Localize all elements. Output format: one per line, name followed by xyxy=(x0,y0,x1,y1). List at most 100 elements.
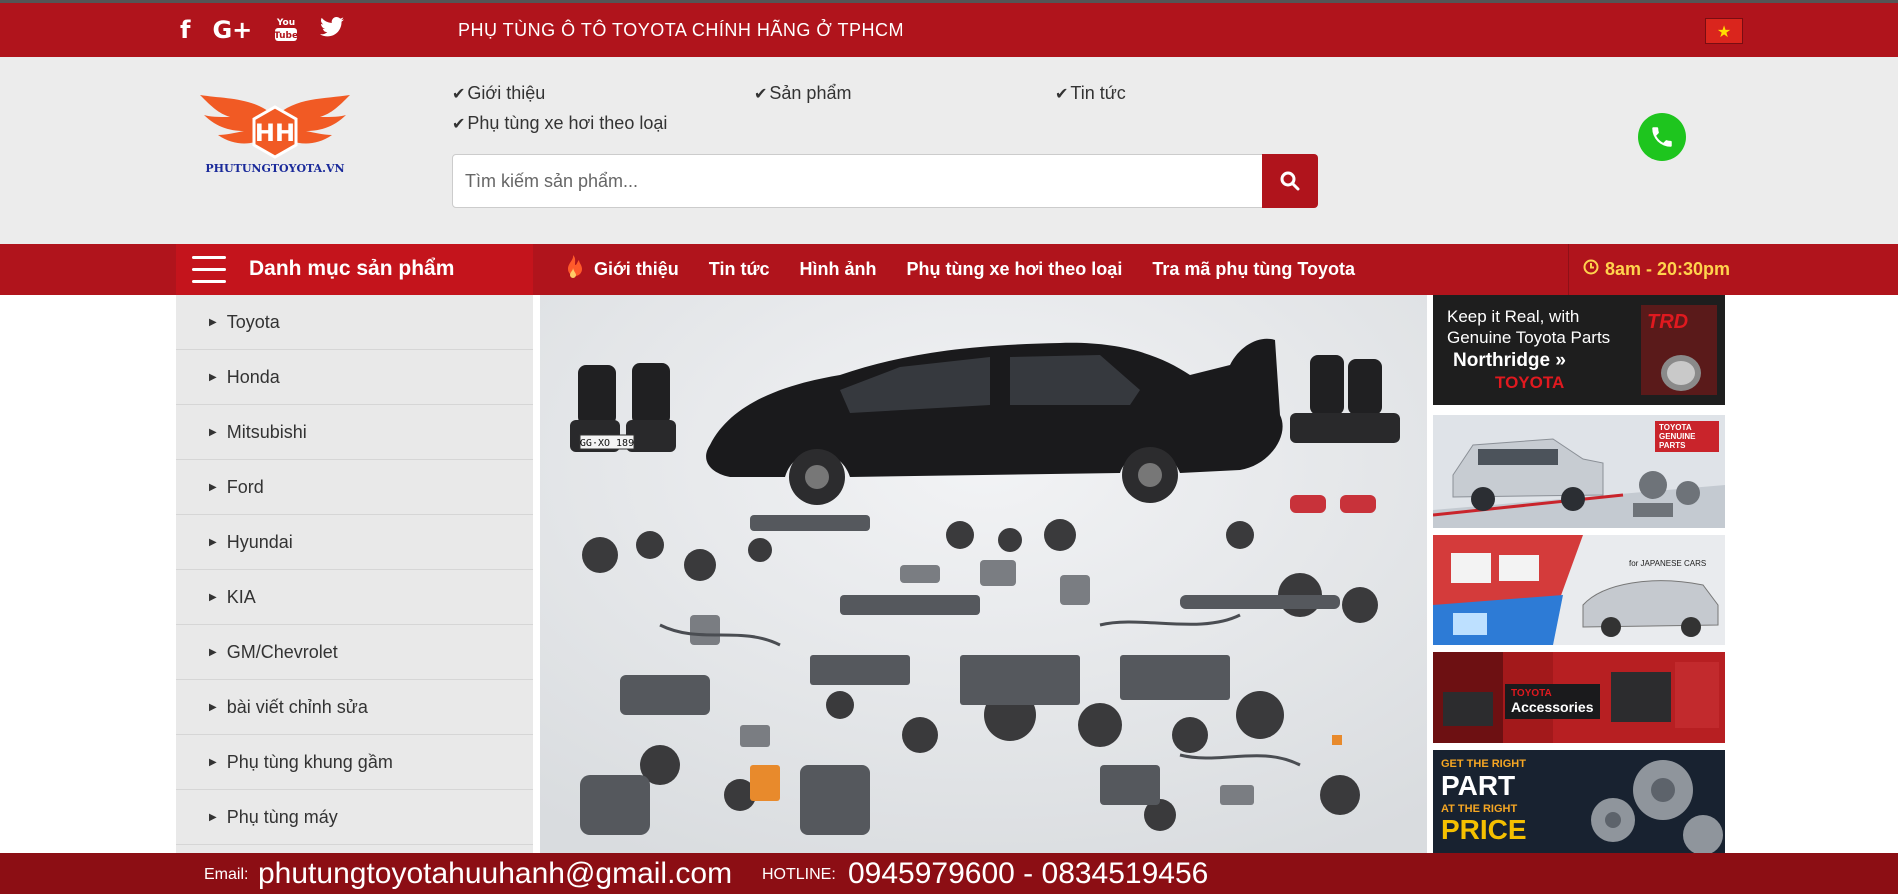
header-menu-item-phu-tung[interactable]: ✔ Phụ tùng xe hơi theo loại xyxy=(452,113,667,134)
hotline-label: HOTLINE: xyxy=(762,866,836,883)
category-item-gm-chevrolet[interactable]: ▶ GM/Chevrolet xyxy=(176,625,533,680)
category-label: Toyota xyxy=(226,311,280,332)
logo-text: PHUTUNGTOYOTA.VN xyxy=(205,162,345,175)
nav-link-tin-tuc[interactable]: Tin tức xyxy=(709,259,770,280)
svg-text:HH: HH xyxy=(255,119,295,147)
twitter-icon[interactable] xyxy=(320,16,345,44)
banner-text: TOYOTA GENUINE PARTS xyxy=(1655,421,1719,452)
accessories-label: TOYOTA Accessories xyxy=(1505,684,1600,719)
caret-right-icon: ▶ xyxy=(209,426,217,438)
category-item-mitsubishi[interactable]: ▶ Mitsubishi xyxy=(176,405,533,460)
social-links: f G+ You Tube xyxy=(180,15,345,45)
category-label: bài viết chỉnh sửa xyxy=(226,696,368,717)
banner-product-box: TRD xyxy=(1641,305,1717,395)
caret-right-icon: ▶ xyxy=(209,371,217,383)
category-item-khung-gam[interactable]: ▶ Phụ tùng khung gầm xyxy=(176,735,533,790)
clock-icon xyxy=(1583,259,1599,280)
banner-right-part-right-price[interactable]: GET THE RIGHT PART AT THE RIGHT PRICE xyxy=(1433,750,1725,853)
search-bar xyxy=(452,154,1318,208)
category-menu-toggle[interactable]: Danh mục sản phẩm xyxy=(176,244,533,295)
banner-genuine-toyota-parts[interactable]: Keep it Real, with Genuine Toyota Parts … xyxy=(1433,295,1725,405)
category-list: ▶ Toyota ▶ Honda ▶ Mitsubishi ▶ Ford ▶ Hyunda… xyxy=(176,295,533,853)
hero-banner-image[interactable]: GG·XO 189 xyxy=(540,295,1427,853)
category-item-honda[interactable]: ▶ Honda xyxy=(176,350,533,405)
banner-toyota-accessories[interactable]: TOYOTA Accessories xyxy=(1433,652,1725,743)
banner-text: TOYOTA xyxy=(1511,688,1552,699)
category-label: Phụ tùng máy xyxy=(226,806,338,827)
banner-text: TOYOTA xyxy=(1495,373,1565,392)
email-link[interactable]: phutungtoyotahuuhanh@gmail.com xyxy=(258,857,732,891)
category-label: Hyundai xyxy=(226,531,293,552)
email-label: Email: xyxy=(204,866,249,883)
banner-text: Northridge » xyxy=(1453,350,1566,371)
wings-logo-icon: HH xyxy=(200,95,350,159)
nav-links: Giới thiệu Tin tức Hình ảnh Phụ tùng xe … xyxy=(562,244,1385,295)
category-item-phu-tung-may[interactable]: ▶ Phụ tùng máy xyxy=(176,790,533,845)
top-bar: f G+ You Tube PHỤ TÙNG Ô TÔ TOYOTA CHÍNH… xyxy=(0,0,1898,57)
caret-right-icon: ▶ xyxy=(209,701,217,713)
banner-text: PART xyxy=(1441,770,1516,801)
category-item-bai-viet[interactable]: ▶ bài viết chỉnh sửa xyxy=(176,680,533,735)
category-label: Honda xyxy=(226,366,280,387)
facebook-icon[interactable]: f xyxy=(180,16,190,44)
category-menu-label: Danh mục sản phẩm xyxy=(249,257,455,280)
header-menu-item-tin-tuc[interactable]: ✔ Tin tức xyxy=(1055,83,1126,104)
main-nav: Danh mục sản phẩm Giới thiệu Tin tức Hìn… xyxy=(0,244,1898,295)
category-item-ford[interactable]: ▶ Ford xyxy=(176,460,533,515)
banner-text: Keep it Real, with xyxy=(1447,307,1580,326)
opening-hours: 8am - 20:30pm xyxy=(1568,244,1898,295)
banner-text: TRD xyxy=(1647,311,1689,333)
category-label: KIA xyxy=(226,586,256,607)
check-icon: ✔ xyxy=(754,84,768,103)
license-plate-text: GG·XO 189 xyxy=(580,438,634,449)
banner-text: GET THE RIGHT xyxy=(1441,758,1526,770)
category-item-toyota[interactable]: ▶ Toyota xyxy=(176,295,533,350)
parts-brands-illustration xyxy=(1433,535,1725,645)
brake-disc-icon xyxy=(1661,355,1701,391)
header: HH PHUTUNGTOYOTA.VN ✔ Giới thiệu ✔ Sản phẩ… xyxy=(0,57,1898,244)
caret-right-icon: ▶ xyxy=(209,646,217,658)
opening-hours-text: 8am - 20:30pm xyxy=(1605,259,1731,279)
contact-bar: Email: phutungtoyotahuuhanh@gmail.com HO… xyxy=(0,853,1898,894)
search-button[interactable] xyxy=(1262,154,1318,208)
hamburger-icon xyxy=(192,256,226,284)
caret-right-icon: ▶ xyxy=(209,481,217,493)
caret-right-icon: ▶ xyxy=(209,811,217,823)
header-menu-item-gioi-thieu[interactable]: ✔ Giới thiệu xyxy=(452,83,545,104)
banner-japanese-cars-parts[interactable]: for JAPANESE CARS xyxy=(1433,535,1725,645)
site-tagline: PHỤ TÙNG Ô TÔ TOYOTA CHÍNH HÃNG Ở TPHCM xyxy=(458,20,904,40)
category-item-hyundai[interactable]: ▶ Hyundai xyxy=(176,515,533,570)
google-plus-icon[interactable]: G+ xyxy=(212,16,252,44)
nav-link-phu-tung-theo-loai[interactable]: Phụ tùng xe hơi theo loại xyxy=(907,259,1123,280)
vietnam-flag-icon[interactable]: ★ xyxy=(1705,18,1743,44)
logo[interactable]: HH PHUTUNGTOYOTA.VN xyxy=(200,87,350,187)
header-menu-label: Tin tức xyxy=(1070,83,1126,103)
phone-call-button[interactable] xyxy=(1638,113,1686,161)
youtube-icon[interactable]: You Tube xyxy=(274,15,298,45)
nav-link-gioi-thieu[interactable]: Giới thiệu xyxy=(594,259,679,280)
hotline-numbers[interactable]: 0945979600 - 0834519456 xyxy=(848,857,1208,891)
phone-icon xyxy=(1652,127,1672,147)
caret-right-icon: ▶ xyxy=(209,756,217,768)
banner-toyota-suv[interactable]: TOYOTA GENUINE PARTS xyxy=(1433,415,1725,528)
flame-icon xyxy=(562,254,584,286)
svg-text:Tube: Tube xyxy=(274,31,298,41)
nav-link-tra-ma-phu-tung[interactable]: Tra mã phụ tùng Toyota xyxy=(1152,259,1355,280)
category-label: Ford xyxy=(226,476,264,497)
category-label: Phụ tùng khung gầm xyxy=(226,751,393,772)
check-icon: ✔ xyxy=(452,84,466,103)
search-input[interactable] xyxy=(452,154,1264,208)
nav-link-hinh-anh[interactable]: Hình ảnh xyxy=(800,259,877,280)
category-item-kia[interactable]: ▶ KIA xyxy=(176,570,533,625)
header-menu-item-san-pham[interactable]: ✔ Sản phẩm xyxy=(754,83,851,104)
banner-text: for JAPANESE CARS xyxy=(1629,559,1707,568)
banner-text: Genuine Toyota Parts xyxy=(1447,328,1611,347)
header-menu-label: Phụ tùng xe hơi theo loại xyxy=(467,113,668,133)
check-icon: ✔ xyxy=(452,114,466,133)
header-menu-label: Giới thiệu xyxy=(467,83,546,103)
header-menu-label: Sản phẩm xyxy=(769,83,852,103)
category-label: Mitsubishi xyxy=(226,421,307,442)
banner-text: Accessories xyxy=(1511,699,1594,715)
category-label: GM/Chevrolet xyxy=(226,641,338,662)
banner-text: PRICE xyxy=(1441,814,1527,845)
